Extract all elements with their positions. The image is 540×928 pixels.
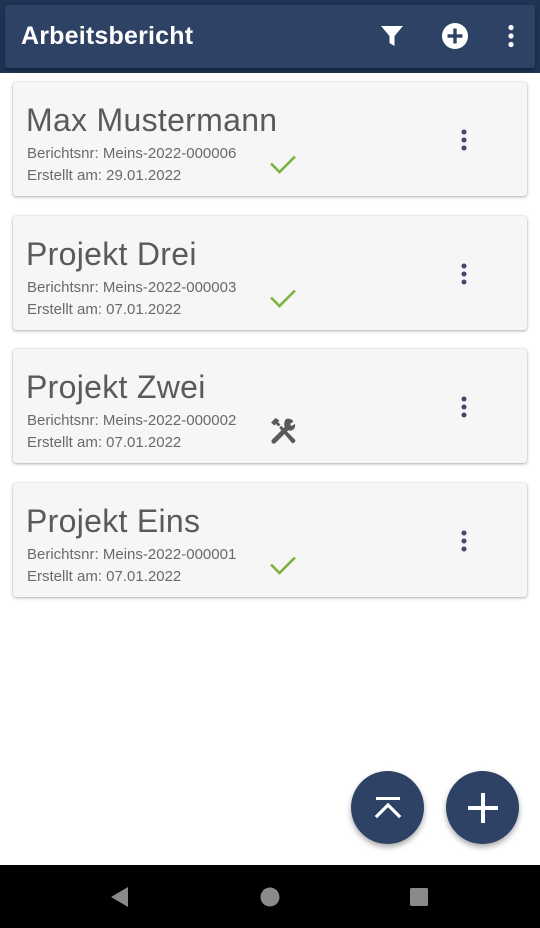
check-icon <box>270 155 296 174</box>
report-card[interactable]: Projekt Zwei Berichtsnr: Meins-2022-0000… <box>13 349 527 463</box>
check-icon <box>270 556 296 575</box>
report-created-date: Erstellt am: 07.01.2022 <box>27 300 182 318</box>
report-title: Max Mustermann <box>26 102 278 138</box>
more-vert-icon <box>461 396 467 418</box>
report-created-date: Erstellt am: 07.01.2022 <box>27 434 182 451</box>
more-vert-icon <box>461 129 467 151</box>
report-card[interactable]: Projekt Eins Berichtsnr: Meins-2022-0000… <box>13 482 527 597</box>
nav-recents-button[interactable] <box>404 882 434 912</box>
report-number: Berichtsnr: Meins-2022-000003 <box>27 278 237 296</box>
report-more-button[interactable] <box>449 392 479 422</box>
more-vert-icon <box>461 263 467 284</box>
filter-icon <box>381 26 403 46</box>
app-bar: Arbeitsbericht <box>5 5 535 68</box>
filter-button[interactable] <box>375 19 409 53</box>
check-icon <box>270 289 296 308</box>
report-number: Berichtsnr: Meins-2022-000002 <box>27 412 237 429</box>
status-check <box>267 148 299 180</box>
plus-icon <box>467 792 498 823</box>
report-more-button[interactable] <box>449 125 479 155</box>
add-report-fab[interactable] <box>446 771 519 844</box>
app-title: Arbeitsbericht <box>21 22 194 50</box>
report-title: Projekt Zwei <box>26 369 206 405</box>
overflow-menu-button[interactable] <box>494 19 528 53</box>
status-check <box>267 282 299 314</box>
back-triangle-icon <box>111 887 128 907</box>
report-title: Projekt Drei <box>26 235 197 272</box>
report-more-button[interactable] <box>449 526 479 556</box>
nav-home-button[interactable] <box>255 882 285 912</box>
status-in-progress <box>267 415 299 447</box>
add-report-button[interactable] <box>438 19 472 53</box>
status-check <box>267 549 299 581</box>
tools-icon <box>271 418 296 444</box>
report-title: Projekt Eins <box>26 502 201 539</box>
report-number: Berichtsnr: Meins-2022-000001 <box>27 545 237 563</box>
report-more-button[interactable] <box>449 259 479 289</box>
more-vert-icon <box>508 24 514 48</box>
nav-back-button[interactable] <box>104 882 134 912</box>
report-created-date: Erstellt am: 07.01.2022 <box>27 567 182 585</box>
add-circle-icon <box>442 23 468 49</box>
home-circle-icon <box>260 887 280 907</box>
scroll-to-top-button[interactable] <box>351 771 424 844</box>
report-created-date: Erstellt am: 29.01.2022 <box>27 167 182 184</box>
system-nav-bar <box>0 865 540 928</box>
report-list: Max Mustermann Berichtsnr: Meins-2022-00… <box>13 82 527 616</box>
report-number: Berichtsnr: Meins-2022-000006 <box>27 145 237 162</box>
report-card[interactable]: Projekt Drei Berichtsnr: Meins-2022-0000… <box>13 215 527 330</box>
report-card[interactable]: Max Mustermann Berichtsnr: Meins-2022-00… <box>13 82 527 196</box>
more-vert-icon <box>461 530 467 551</box>
recents-square-icon <box>410 888 428 906</box>
scroll-to-top-icon <box>374 796 401 818</box>
